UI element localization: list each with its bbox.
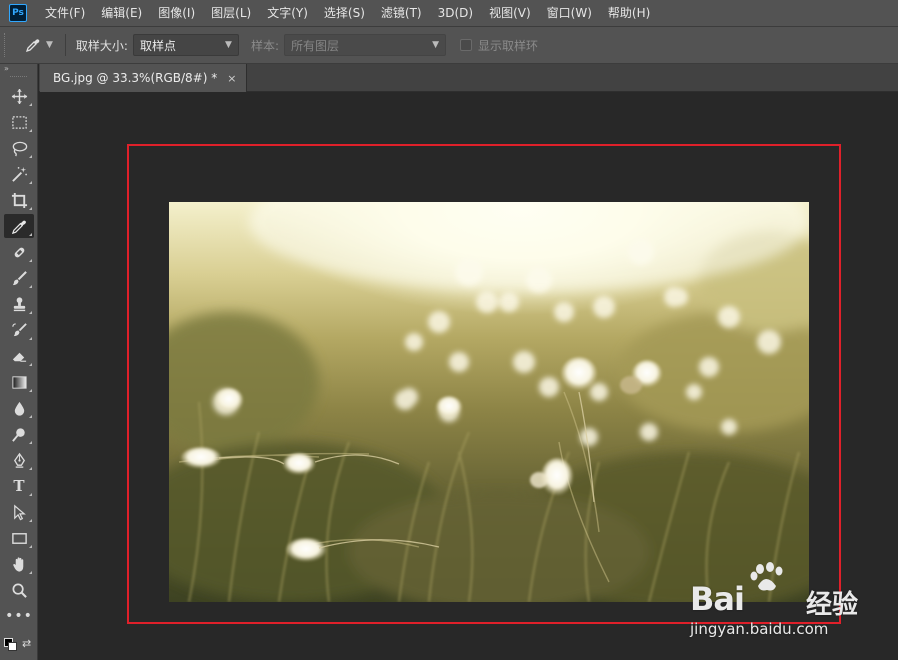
lasso-tool[interactable] [4,136,34,160]
eraser-icon [12,352,26,362]
blur-tool[interactable] [4,396,34,420]
show-sampling-ring-label: 显示取样环 [478,38,539,53]
eyedropper-icon [11,220,26,234]
sample-label: 样本: [250,38,280,53]
brush-tool[interactable] [4,266,34,290]
menu-image[interactable]: 图像(I) [150,0,203,26]
options-bar: ▼ 取样大小: 取样点 ▼ 样本: 所有图层 ▼ 显示取样环 [0,26,898,64]
menu-3d[interactable]: 3D(D) [430,0,481,26]
history-brush-tool[interactable] [4,318,34,342]
magic-wand-tool[interactable] [4,162,34,186]
swap-colors-icon[interactable]: ⇄ [22,638,31,650]
move-icon [11,88,27,104]
pen-tool[interactable] [4,448,34,472]
sample-size-label: 取样大小: [75,38,128,53]
dodge-icon [11,427,25,442]
history-brush-icon [11,322,27,336]
type-tool[interactable]: T [4,474,34,498]
path-selection-tool[interactable] [4,500,34,524]
gradient-icon [11,375,27,389]
baidu-paw-icon [750,562,783,591]
lasso-icon [12,141,27,156]
bandage-icon [14,247,24,257]
move-tool[interactable] [4,84,34,108]
sample-size-value: 取样点 [139,38,176,53]
sample-size-select[interactable]: 取样点 ▼ [132,34,239,56]
stamp-icon [13,296,25,311]
color-swatches[interactable]: ⇄ [4,638,34,654]
hand-tool[interactable] [4,552,34,576]
tool-preset-picker[interactable] [22,33,44,57]
menu-type[interactable]: 文字(Y) [259,0,316,26]
menu-bar: Ps 文件(F) 编辑(E) 图像(I) 图层(L) 文字(Y) 选择(S) 滤… [0,0,898,26]
marquee-tool[interactable] [4,110,34,134]
document-image[interactable] [169,202,809,602]
sample-select[interactable]: 所有图层 ▼ [284,34,447,56]
background-color-swatch[interactable] [8,642,17,651]
magnifier-icon [12,583,27,598]
menu-view[interactable]: 视图(V) [481,0,539,26]
pen-icon [13,452,25,468]
document-tab-bar: BG.jpg @ 33.3%(RGB/8#) * × [39,64,898,92]
eyedropper-icon [25,39,40,53]
sample-value: 所有图层 [291,38,340,53]
hand-icon [12,556,23,572]
magic-wand-icon [11,166,27,182]
chevron-down-icon: ▼ [432,40,440,50]
chevron-down-icon[interactable]: ▼ [46,40,53,50]
baidu-jingyan-watermark: Bai 经验 jingyan.baidu.com [688,560,858,650]
blur-drop-icon [14,401,24,416]
menu-file[interactable]: 文件(F) [37,0,93,26]
meadow-flowers-photo [169,202,809,602]
menu-filter[interactable]: 滤镜(T) [373,0,430,26]
direct-selection-arrow-icon [13,504,26,520]
rectangle-tool[interactable] [4,526,34,550]
menu-select[interactable]: 选择(S) [316,0,373,26]
show-sampling-ring-checkbox[interactable] [460,39,473,51]
divider [64,34,66,56]
type-icon: T [13,477,25,495]
more-tools-icon: ••• [5,608,33,624]
tools-panel-grip[interactable] [10,76,27,80]
dodge-tool[interactable] [4,422,34,446]
menu-layer[interactable]: 图层(L) [203,0,259,26]
watermark-brand-suffix: 经验 [806,590,859,620]
document-tab[interactable]: BG.jpg @ 33.3%(RGB/8#) * × [40,64,248,92]
tools-panel: » T ••• ⇄ [0,64,38,660]
watermark-brand: Bai [690,580,745,618]
gradient-tool[interactable] [4,370,34,394]
photoshop-logo-icon: Ps [9,4,27,22]
crop-tool[interactable] [4,188,34,212]
zoom-tool[interactable] [4,578,34,602]
healing-brush-tool[interactable] [4,240,34,264]
menu-edit[interactable]: 编辑(E) [93,0,150,26]
watermark-url: jingyan.baidu.com [690,620,829,638]
options-bar-grip[interactable] [4,33,10,57]
crop-icon [11,192,27,208]
eraser-tool[interactable] [4,344,34,368]
rectangle-shape-icon [11,532,27,544]
edit-toolbar[interactable]: ••• [4,604,34,628]
document-tab-title: BG.jpg @ 33.3%(RGB/8#) * [53,71,218,85]
rectangular-marquee-icon [11,115,27,129]
eyedropper-tool[interactable] [4,214,34,238]
clone-stamp-tool[interactable] [4,292,34,316]
menu-help[interactable]: 帮助(H) [600,0,658,26]
collapse-panel-icon[interactable]: » [0,64,37,76]
brush-icon [12,270,27,285]
chevron-down-icon: ▼ [225,40,232,50]
close-icon[interactable]: × [227,72,236,85]
menu-window[interactable]: 窗口(W) [539,0,600,26]
